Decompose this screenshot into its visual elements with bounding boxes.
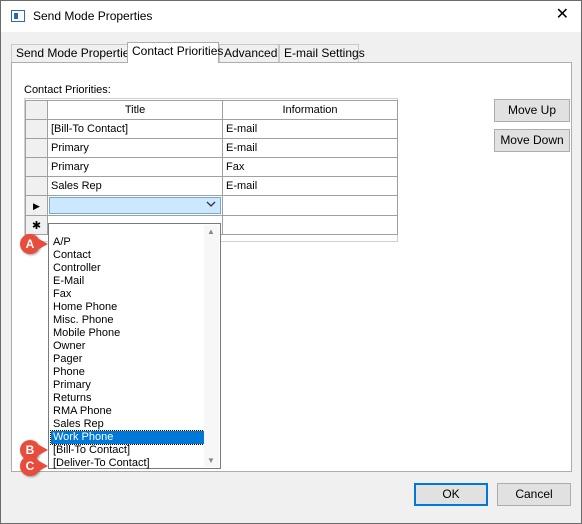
- dropdown-scrollbar[interactable]: ▲ ▼: [204, 225, 219, 467]
- row-header[interactable]: [25, 138, 48, 158]
- contact-priorities-grid: Title Information [Bill-To Contact] E-ma…: [25, 100, 398, 235]
- table-row[interactable]: Primary E-mail: [25, 138, 398, 158]
- new-row-icon: ✱: [25, 215, 48, 235]
- column-header-title[interactable]: Title: [47, 100, 223, 120]
- annotation-badge-c: C: [20, 456, 48, 476]
- dropdown-option[interactable]: E-Mail: [51, 275, 204, 288]
- dropdown-option[interactable]: Pager: [51, 353, 204, 366]
- cell-title[interactable]: Primary: [47, 138, 223, 158]
- cell-title[interactable]: Primary: [47, 157, 223, 177]
- dropdown-option[interactable]: Sales Rep: [51, 418, 204, 431]
- title-dropdown-list[interactable]: A/P Contact Controller E-Mail Fax Home P…: [48, 223, 221, 469]
- dropdown-option[interactable]: Phone: [51, 366, 204, 379]
- cell-title[interactable]: [Bill-To Contact]: [47, 119, 223, 139]
- grid-corner: [25, 100, 48, 120]
- dropdown-option[interactable]: Mobile Phone: [51, 327, 204, 340]
- tab-email-settings[interactable]: E-mail Settings: [279, 44, 365, 62]
- row-header[interactable]: [25, 119, 48, 139]
- cell-title-editing[interactable]: [47, 195, 223, 216]
- app-icon: [11, 10, 25, 22]
- tab-advanced[interactable]: Advanced: [219, 44, 279, 62]
- cell-information[interactable]: Fax: [222, 157, 398, 177]
- dropdown-option[interactable]: A/P: [51, 236, 204, 249]
- move-up-button[interactable]: Move Up: [494, 99, 570, 122]
- ok-button[interactable]: OK: [414, 483, 488, 506]
- cancel-button[interactable]: Cancel: [497, 483, 571, 506]
- table-row[interactable]: [Bill-To Contact] E-mail: [25, 119, 398, 139]
- dropdown-option-selected[interactable]: Work Phone: [50, 430, 205, 445]
- scroll-down-icon[interactable]: ▼: [207, 456, 215, 465]
- annotation-badge-a: A: [20, 234, 48, 254]
- cell-information[interactable]: E-mail: [222, 138, 398, 158]
- chevron-down-icon[interactable]: [206, 200, 216, 211]
- cell-information[interactable]: [222, 195, 398, 216]
- dropdown-option[interactable]: [Deliver-To Contact]: [51, 457, 204, 470]
- tab-contact-priorities[interactable]: Contact Priorities: [127, 42, 223, 63]
- dropdown-option[interactable]: Returns: [51, 392, 204, 405]
- cell-information[interactable]: [222, 215, 398, 235]
- column-header-information[interactable]: Information: [222, 100, 398, 120]
- section-label: Contact Priorities:: [24, 84, 111, 96]
- move-down-button[interactable]: Move Down: [494, 129, 570, 152]
- dropdown-option[interactable]: Misc. Phone: [51, 314, 204, 327]
- close-icon[interactable]: ✕: [556, 6, 569, 24]
- cell-information[interactable]: E-mail: [222, 176, 398, 196]
- title-bar: Send Mode Properties ✕: [1, 1, 581, 32]
- dropdown-option[interactable]: Controller: [51, 262, 204, 275]
- grid-header-row: Title Information: [25, 100, 398, 120]
- scroll-up-icon[interactable]: ▲: [207, 227, 215, 236]
- dropdown-option[interactable]: Home Phone: [51, 301, 204, 314]
- row-header[interactable]: [25, 176, 48, 196]
- window-title: Send Mode Properties: [33, 9, 153, 23]
- dropdown-option[interactable]: RMA Phone: [51, 405, 204, 418]
- dropdown-option[interactable]: [Bill-To Contact]: [51, 444, 204, 457]
- dropdown-option[interactable]: Contact: [51, 249, 204, 262]
- table-row[interactable]: Sales Rep E-mail: [25, 176, 398, 196]
- row-header[interactable]: [25, 157, 48, 177]
- cell-information[interactable]: E-mail: [222, 119, 398, 139]
- table-row[interactable]: Primary Fax: [25, 157, 398, 177]
- cell-title[interactable]: Sales Rep: [47, 176, 223, 196]
- title-combobox[interactable]: [49, 197, 221, 214]
- table-row-current[interactable]: ▶: [25, 195, 398, 216]
- dropdown-option[interactable]: Fax: [51, 288, 204, 301]
- dropdown-option[interactable]: Primary: [51, 379, 204, 392]
- current-row-icon: ▶: [25, 195, 48, 216]
- dropdown-option[interactable]: Owner: [51, 340, 204, 353]
- tab-send-mode-properties[interactable]: Send Mode Properties: [11, 44, 135, 62]
- dropdown-options: A/P Contact Controller E-Mail Fax Home P…: [50, 236, 205, 470]
